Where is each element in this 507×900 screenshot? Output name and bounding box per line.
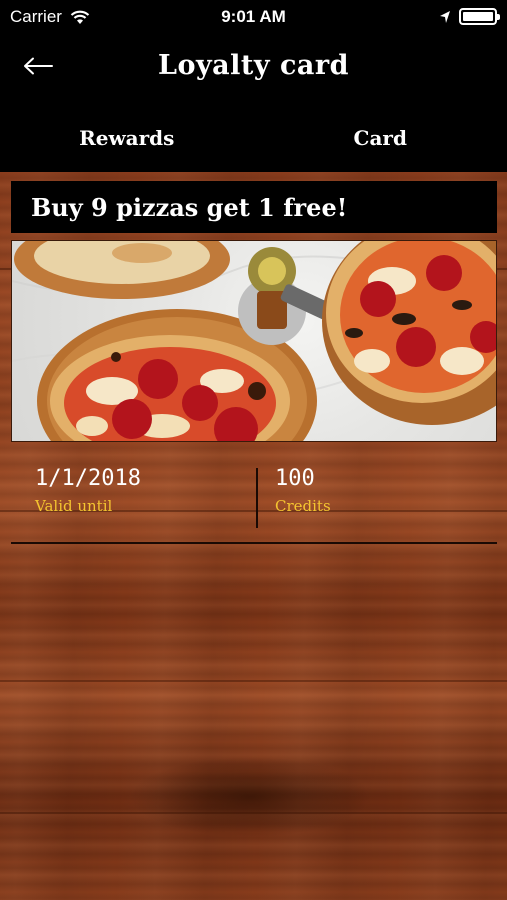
valid-until-label: Valid until	[35, 497, 113, 515]
status-time: 9:01 AM	[221, 7, 286, 26]
wood-plank-seam	[0, 812, 507, 814]
info-divider	[256, 468, 258, 528]
status-bar: Carrier 9:01 AM	[0, 0, 507, 34]
battery-icon	[459, 8, 500, 25]
tab-rewards[interactable]: Rewards	[0, 104, 254, 172]
tab-bar: Rewards Card	[0, 104, 507, 172]
valid-until-value: 1/1/2018	[35, 466, 141, 491]
status-indicators	[439, 8, 500, 25]
card-info-row: 1/1/2018 Valid until 100 Credits	[11, 466, 497, 544]
nav-bar: Loyalty card	[0, 34, 507, 104]
valid-until-block: 1/1/2018 Valid until	[35, 466, 141, 528]
wood-plank-seam	[0, 680, 507, 682]
tab-card[interactable]: Card	[254, 104, 507, 172]
promo-banner: Buy 9 pizzas get 1 free!	[11, 181, 497, 233]
pizza-photo	[11, 240, 497, 442]
credits-value: 100	[275, 466, 315, 491]
location-arrow-icon	[440, 10, 450, 23]
pizza-illustration	[12, 241, 496, 441]
credits-block: 100 Credits	[275, 466, 331, 528]
page-title: Loyalty card	[157, 50, 350, 81]
credits-label: Credits	[275, 497, 331, 515]
